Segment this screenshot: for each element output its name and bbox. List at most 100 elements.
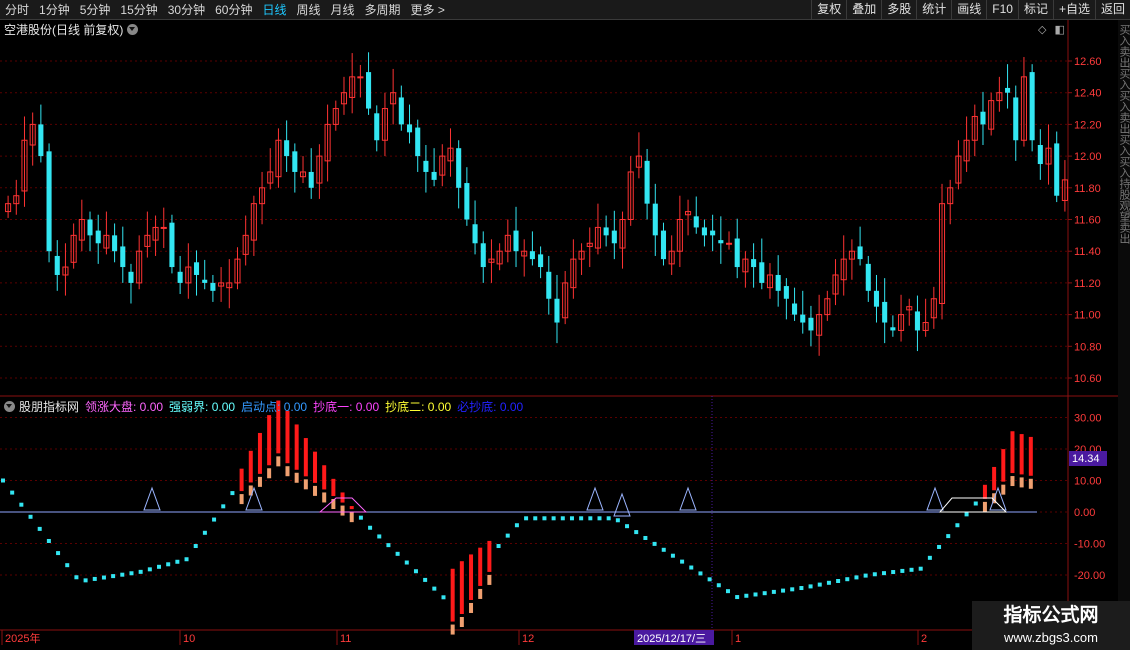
candle-down — [800, 314, 806, 323]
oscillator-dot — [37, 526, 42, 531]
oscillator-dot — [845, 577, 850, 582]
oscillator-dot — [157, 564, 162, 569]
oscillator-dot — [643, 535, 648, 540]
indicator-field-5: 必抄底: 0.00 — [457, 399, 524, 414]
candle-down — [38, 124, 44, 157]
candle-down — [611, 230, 617, 244]
signal-bar-orange — [285, 466, 290, 477]
signal-bar-orange — [349, 512, 354, 523]
oscillator-dot — [514, 523, 519, 528]
signal-bar-red — [478, 547, 483, 586]
oscillator-dot — [615, 518, 620, 523]
indicator-tick-label: 10.00 — [1074, 476, 1102, 488]
oscillator-dot — [120, 572, 125, 577]
time-tick-label: 2 — [921, 633, 927, 645]
candle-up — [160, 226, 167, 229]
indicator-menu-dropdown-icon[interactable] — [4, 400, 15, 412]
candle-down — [710, 230, 716, 236]
signal-bar-orange — [239, 494, 244, 505]
oscillator-dot — [707, 577, 712, 582]
signal-bar-red — [469, 554, 474, 600]
candle-down — [202, 279, 208, 283]
oscillator-dot — [762, 591, 767, 596]
oscillator-dot — [432, 586, 437, 591]
signal-bar-red — [1010, 431, 1015, 474]
candle-down — [554, 298, 560, 323]
oscillator-dot — [927, 555, 932, 560]
oscillator-dot — [689, 565, 694, 570]
oscillator-dot — [533, 516, 538, 521]
signal-bar-red — [331, 478, 336, 497]
signal-bar-orange — [313, 485, 318, 496]
candle-down — [751, 259, 757, 268]
current-value-label: 14.34 — [1072, 453, 1100, 465]
candle-down — [415, 127, 421, 157]
price-tick-label: 11.40 — [1074, 246, 1101, 258]
oscillator-dot — [92, 576, 97, 581]
oscillator-dot — [395, 551, 400, 556]
signal-bar-orange — [1001, 484, 1006, 495]
candle-down — [759, 262, 765, 283]
oscillator-dot — [147, 567, 152, 572]
candle-down — [308, 171, 314, 188]
signal-bar-red — [285, 410, 290, 464]
time-cursor-label: 2025/12/17/三 — [637, 633, 706, 645]
oscillator-dot — [524, 516, 529, 521]
price-tick-label: 11.20 — [1074, 278, 1101, 290]
signal-bar-orange — [469, 602, 474, 613]
oscillator-dot — [579, 516, 584, 521]
time-tick-label: 1 — [735, 633, 741, 645]
candle-down — [529, 251, 535, 260]
oscillator-dot — [1, 478, 5, 483]
oscillator-dot — [799, 586, 804, 591]
indicator-field-0: 领涨大盘: 0.00 — [85, 399, 164, 414]
candle-down — [431, 171, 437, 180]
signal-bar-red — [349, 506, 354, 510]
oscillator-dot — [212, 517, 217, 522]
oscillator-dot — [652, 541, 657, 546]
oscillator-dot — [46, 538, 51, 543]
candle-down — [792, 303, 798, 315]
candle-down — [1029, 72, 1035, 141]
chart-canvas[interactable]: 12.60 12.40 12.20 12.00 11.80 11.60 11.40 11.20… — [0, 0, 1130, 650]
signal-bar-red — [267, 415, 272, 466]
price-tick-label: 12.40 — [1074, 88, 1102, 100]
oscillator-dot — [698, 571, 703, 576]
oscillator-dot — [735, 595, 740, 600]
oscillator-dot — [542, 516, 547, 521]
signal-bar-orange — [340, 505, 345, 516]
candle-down — [980, 111, 986, 125]
oscillator-dot — [817, 582, 822, 587]
watermark-title: 指标公式网 — [1003, 605, 1099, 626]
signal-bar-orange — [257, 476, 262, 487]
signal-bar-red — [459, 561, 464, 614]
indicator-tick-label: 30.00 — [1074, 413, 1102, 425]
oscillator-dot — [101, 575, 106, 580]
oscillator-dot — [937, 544, 942, 549]
candle-down — [374, 113, 380, 141]
signal-bar-red — [450, 568, 455, 622]
candle-down — [644, 160, 650, 204]
candle-down — [865, 263, 871, 291]
candle-down — [1037, 145, 1043, 165]
candle-down — [1013, 97, 1019, 141]
signal-bar-red — [1001, 449, 1006, 482]
candle-down — [701, 227, 707, 236]
signal-bar-red — [303, 438, 308, 477]
oscillator-dot — [863, 573, 868, 578]
candle-down — [783, 286, 789, 299]
oscillator-dot — [900, 568, 905, 573]
oscillator-dot — [413, 569, 418, 574]
candle-down — [546, 271, 552, 299]
oscillator-dot — [854, 575, 859, 580]
triangle-marker-icon — [245, 486, 263, 511]
candle-down — [538, 254, 544, 268]
signal-bar-orange — [1019, 477, 1024, 488]
time-tick-label: 10 — [183, 633, 195, 645]
candle-down — [398, 97, 404, 125]
oscillator-dot — [771, 589, 776, 594]
oscillator-dot — [781, 588, 786, 593]
price-tick-label: 12.60 — [1074, 56, 1102, 68]
oscillator-dot — [193, 544, 198, 549]
watermark-url: www.zbgs3.com — [1004, 630, 1098, 645]
